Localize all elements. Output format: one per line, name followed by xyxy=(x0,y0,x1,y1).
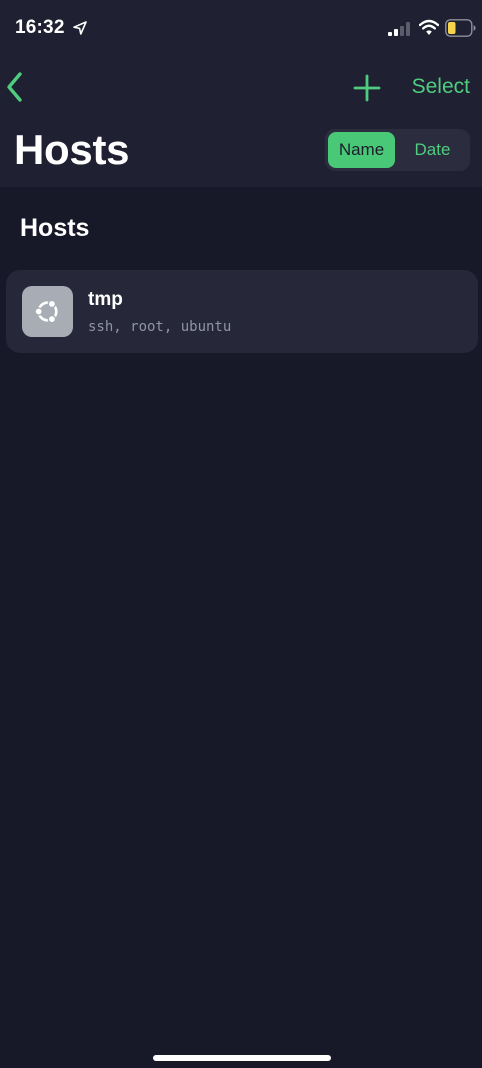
page-title: Hosts xyxy=(14,126,130,173)
sort-by-date-segment[interactable]: Date xyxy=(398,132,467,168)
status-time: 16:32 xyxy=(15,17,65,38)
host-name: tmp xyxy=(88,289,123,310)
sort-segmented-control: Name Date xyxy=(325,129,470,171)
wifi-icon xyxy=(419,19,439,35)
hosts-screen: 16:32 Select Hosts Name Date Hosts tmp s… xyxy=(0,0,482,1068)
host-os-badge xyxy=(22,286,73,337)
sort-by-name-segment[interactable]: Name xyxy=(328,132,395,168)
location-arrow-icon xyxy=(73,21,87,35)
host-row[interactable]: tmp ssh, root, ubuntu xyxy=(6,270,478,353)
section-header: Hosts xyxy=(20,214,90,242)
battery-icon xyxy=(445,19,476,37)
cellular-signal-icon xyxy=(388,22,410,36)
ubuntu-icon xyxy=(34,299,58,324)
host-details: ssh, root, ubuntu xyxy=(88,319,232,335)
add-host-button[interactable] xyxy=(352,73,382,103)
back-button[interactable] xyxy=(4,70,26,104)
status-bar: 16:32 xyxy=(0,0,482,56)
home-indicator xyxy=(153,1055,331,1061)
select-button[interactable]: Select xyxy=(412,75,470,99)
